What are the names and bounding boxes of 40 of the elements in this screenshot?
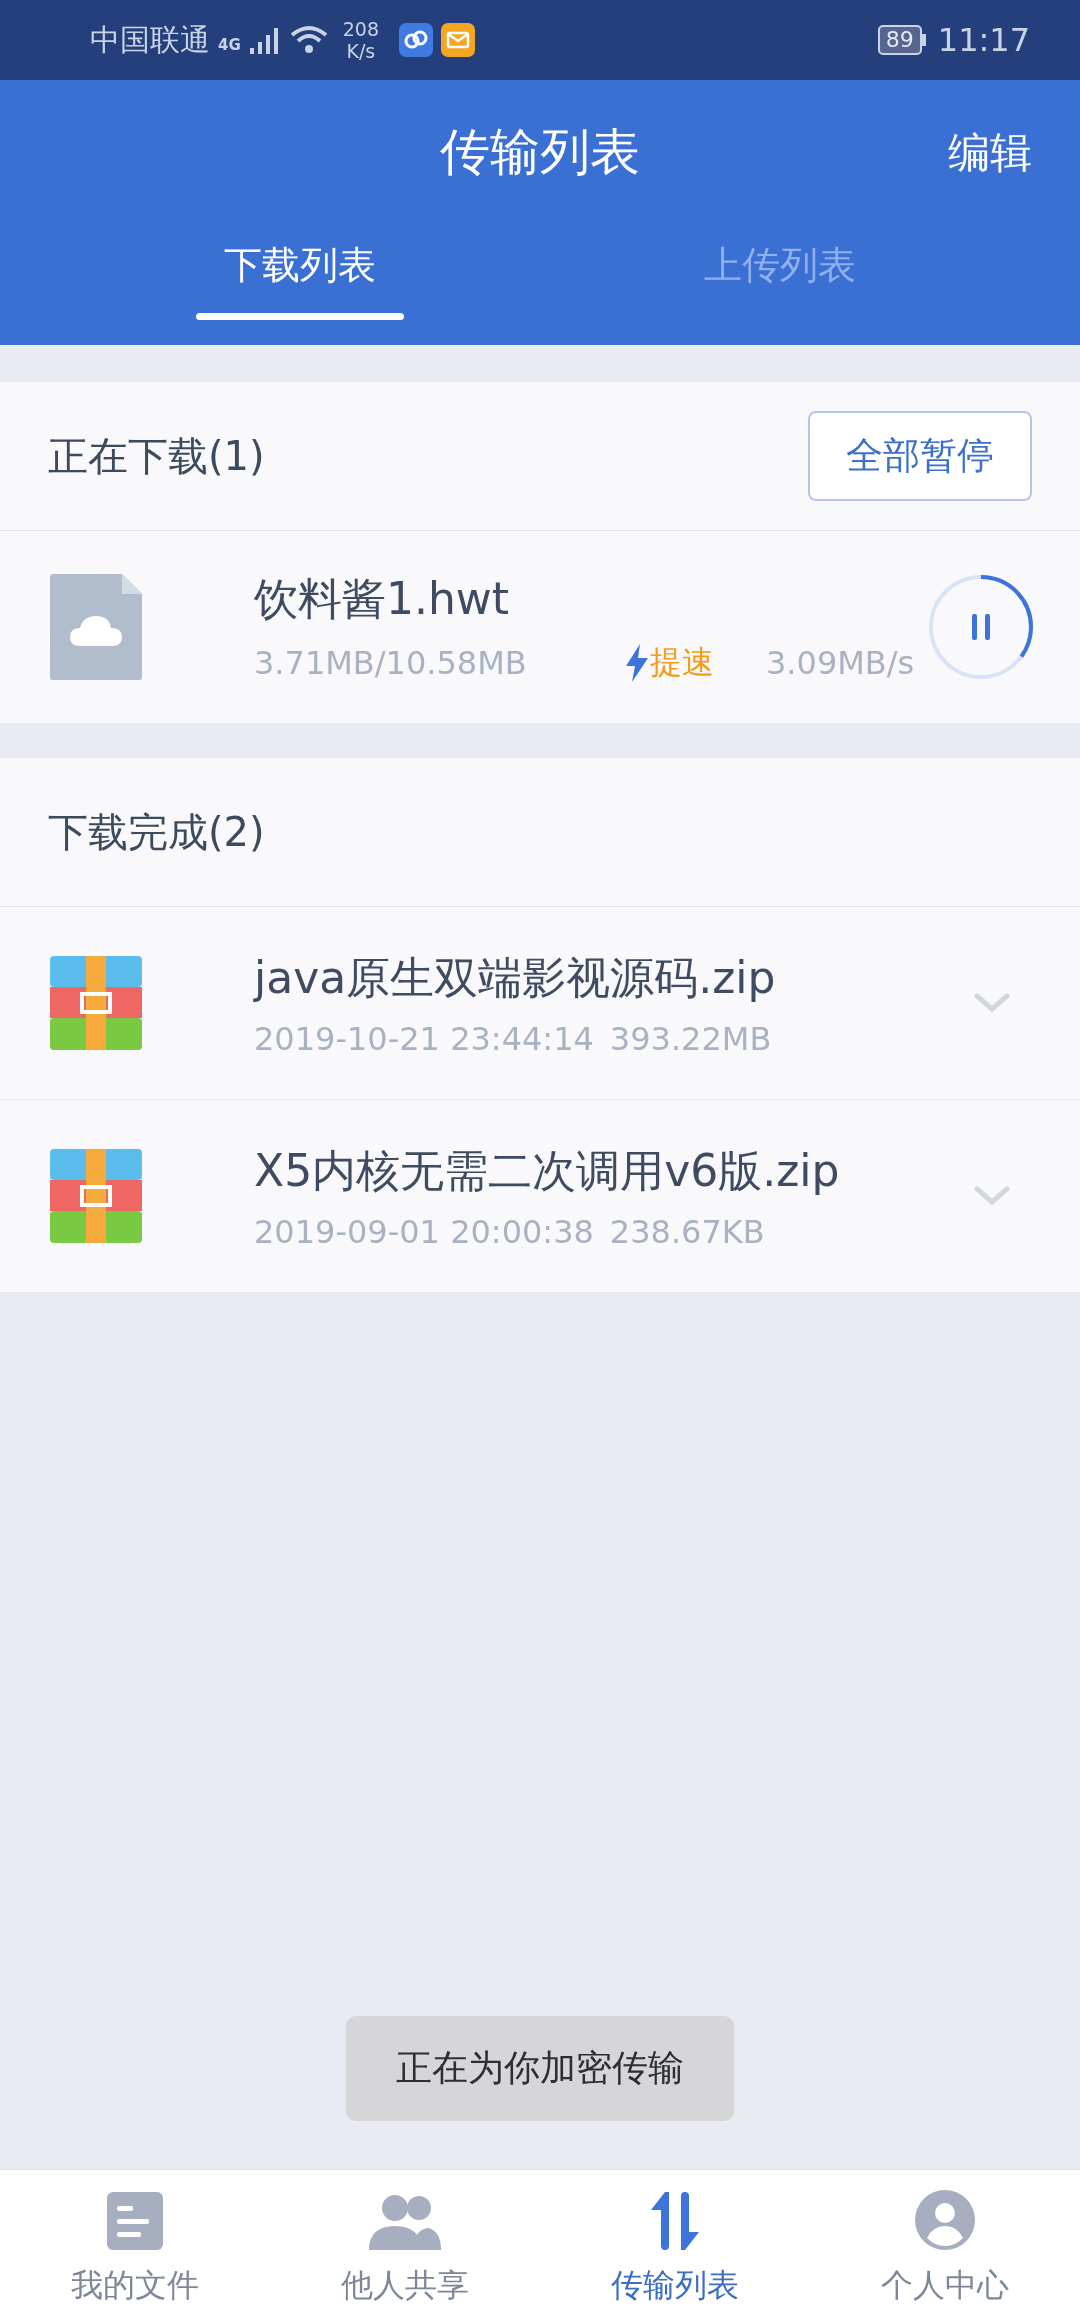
file-name: 饮料酱1.hwt xyxy=(254,571,511,626)
nav-tab[interactable]: 传输列表 xyxy=(540,2170,810,2312)
pause-all-button[interactable]: 全部暂停 xyxy=(808,411,1032,501)
file-size: 393.22MB xyxy=(609,1019,772,1058)
nav-tab[interactable]: 我的文件 xyxy=(0,2170,270,2312)
carrier-name: 中国联通 xyxy=(90,20,210,59)
wifi-icon xyxy=(288,24,329,56)
document-icon xyxy=(107,2192,163,2250)
speed-up-button[interactable]: 提速 xyxy=(650,640,714,685)
tab[interactable]: 下载列表 xyxy=(224,225,376,305)
archive-file-icon xyxy=(50,1149,142,1243)
file-name: X5内核无需二次调用v6版.zip xyxy=(254,1143,841,1198)
people-icon xyxy=(369,2194,441,2250)
archive-file-icon xyxy=(50,956,142,1050)
tab[interactable]: 上传列表 xyxy=(704,225,856,305)
mail-app-icon xyxy=(441,23,475,57)
download-speed: 3.09MB/s xyxy=(766,643,915,682)
user-icon xyxy=(915,2190,975,2250)
chevron-down-icon[interactable] xyxy=(974,993,1010,1013)
section-title: 正在下载(1) xyxy=(48,431,265,481)
cloud-file-icon xyxy=(50,574,142,680)
nav-tab[interactable]: 他人共享 xyxy=(270,2170,540,2312)
speed-unit: K/s xyxy=(346,40,376,62)
file-name: java原生双端影视源码.zip xyxy=(254,950,777,1005)
lightning-icon xyxy=(626,643,648,682)
file-size: 238.67KB xyxy=(609,1212,765,1251)
file-date: 2019-10-21 23:44:14 xyxy=(254,1019,594,1058)
section-title: 下载完成(2) xyxy=(48,807,265,857)
toast-message: 正在为你加密传输 xyxy=(346,2016,734,2121)
page-title: 传输列表 xyxy=(440,122,640,183)
edit-button[interactable]: 编辑 xyxy=(948,124,1032,181)
network-speed: 208 xyxy=(342,18,379,40)
pause-button[interactable] xyxy=(928,574,1034,680)
battery-level: 89 xyxy=(877,25,922,55)
nav-tab[interactable]: 个人中心 xyxy=(810,2170,1080,2312)
clock-time: 11:17 xyxy=(937,21,1030,59)
file-date: 2019-09-01 20:00:38 xyxy=(254,1212,594,1251)
cloud-app-icon xyxy=(399,23,433,57)
chevron-down-icon[interactable] xyxy=(974,1186,1010,1206)
network-type: 4G xyxy=(218,36,241,54)
